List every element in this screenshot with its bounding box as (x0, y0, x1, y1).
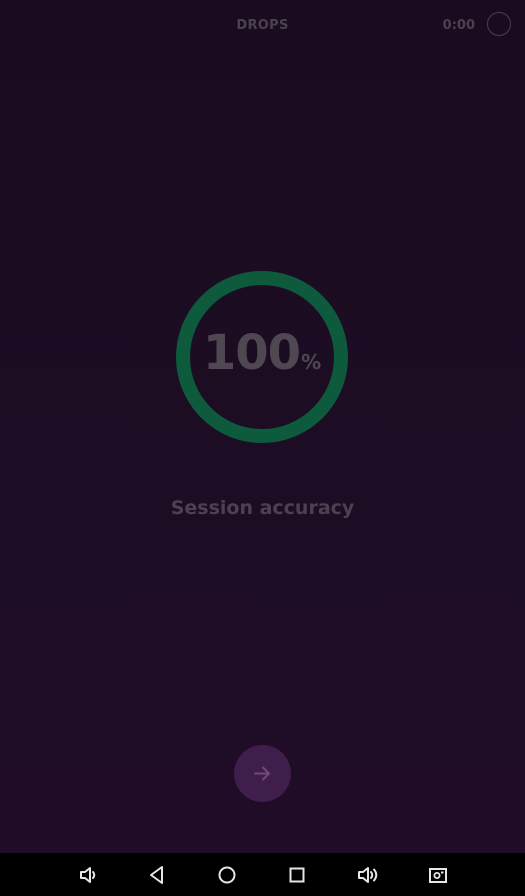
screenshot-button[interactable] (426, 863, 450, 887)
app-screen: DROPS 0:00 100% Session accuracy (0, 0, 525, 896)
volume-down-icon (80, 867, 96, 883)
back-icon (150, 866, 163, 884)
accuracy-unit: % (301, 350, 322, 374)
home-icon (218, 866, 236, 884)
timer-text: 0:00 (442, 18, 475, 33)
volume-down-button[interactable] (76, 863, 100, 887)
accuracy-number: 100% (174, 325, 350, 381)
android-nav-bar (0, 853, 525, 896)
arrow-right-icon (254, 766, 270, 781)
accuracy-value: 100 (202, 325, 301, 381)
volume-up-icon (358, 867, 378, 883)
screenshot-icon (429, 868, 447, 883)
top-bar: DROPS 0:00 (0, 0, 525, 54)
accuracy-ring: 100% (174, 269, 350, 445)
volume-up-button[interactable] (356, 863, 380, 887)
recents-button[interactable] (285, 863, 309, 887)
session-accuracy-label: Session accuracy (170, 497, 355, 519)
next-button[interactable] (234, 745, 291, 802)
timer-ring-icon[interactable] (487, 12, 511, 36)
home-button[interactable] (215, 863, 239, 887)
recents-icon (289, 867, 305, 883)
back-button[interactable] (145, 863, 169, 887)
